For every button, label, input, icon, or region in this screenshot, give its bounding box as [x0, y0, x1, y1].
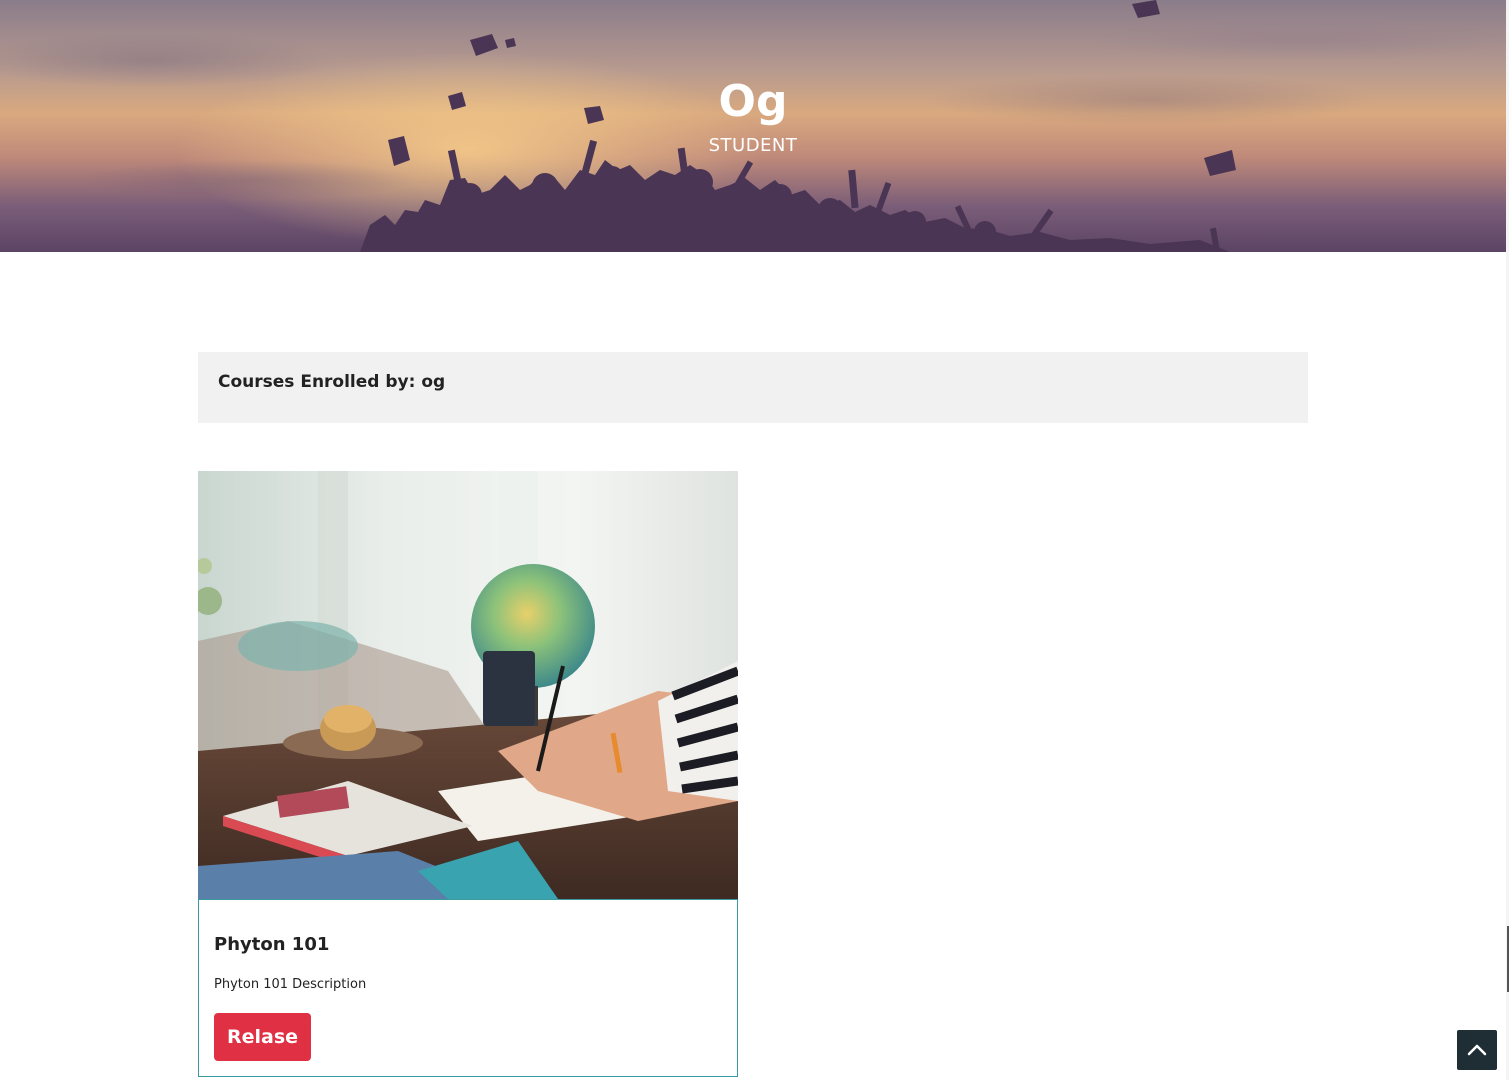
course-title: Phyton 101 — [214, 934, 330, 955]
course-card: Phyton 101 Phyton 101 Description Relase — [198, 471, 738, 1077]
release-course-button[interactable]: Relase — [214, 1013, 311, 1061]
chevron-up-icon — [1467, 1044, 1487, 1056]
course-card-body: Phyton 101 Phyton 101 Description Relase — [198, 899, 738, 1077]
courses-section-header: Courses Enrolled by: og — [198, 352, 1308, 423]
courses-enrolled-heading: Courses Enrolled by: og — [218, 372, 446, 392]
scroll-to-top-button[interactable] — [1457, 1030, 1497, 1070]
hero-banner: Og STUDENT — [0, 0, 1506, 252]
student-name-heading: Og — [718, 76, 788, 127]
student-role-label: STUDENT — [708, 135, 798, 156]
course-thumbnail-image — [198, 471, 738, 899]
course-description: Phyton 101 Description — [214, 977, 367, 992]
